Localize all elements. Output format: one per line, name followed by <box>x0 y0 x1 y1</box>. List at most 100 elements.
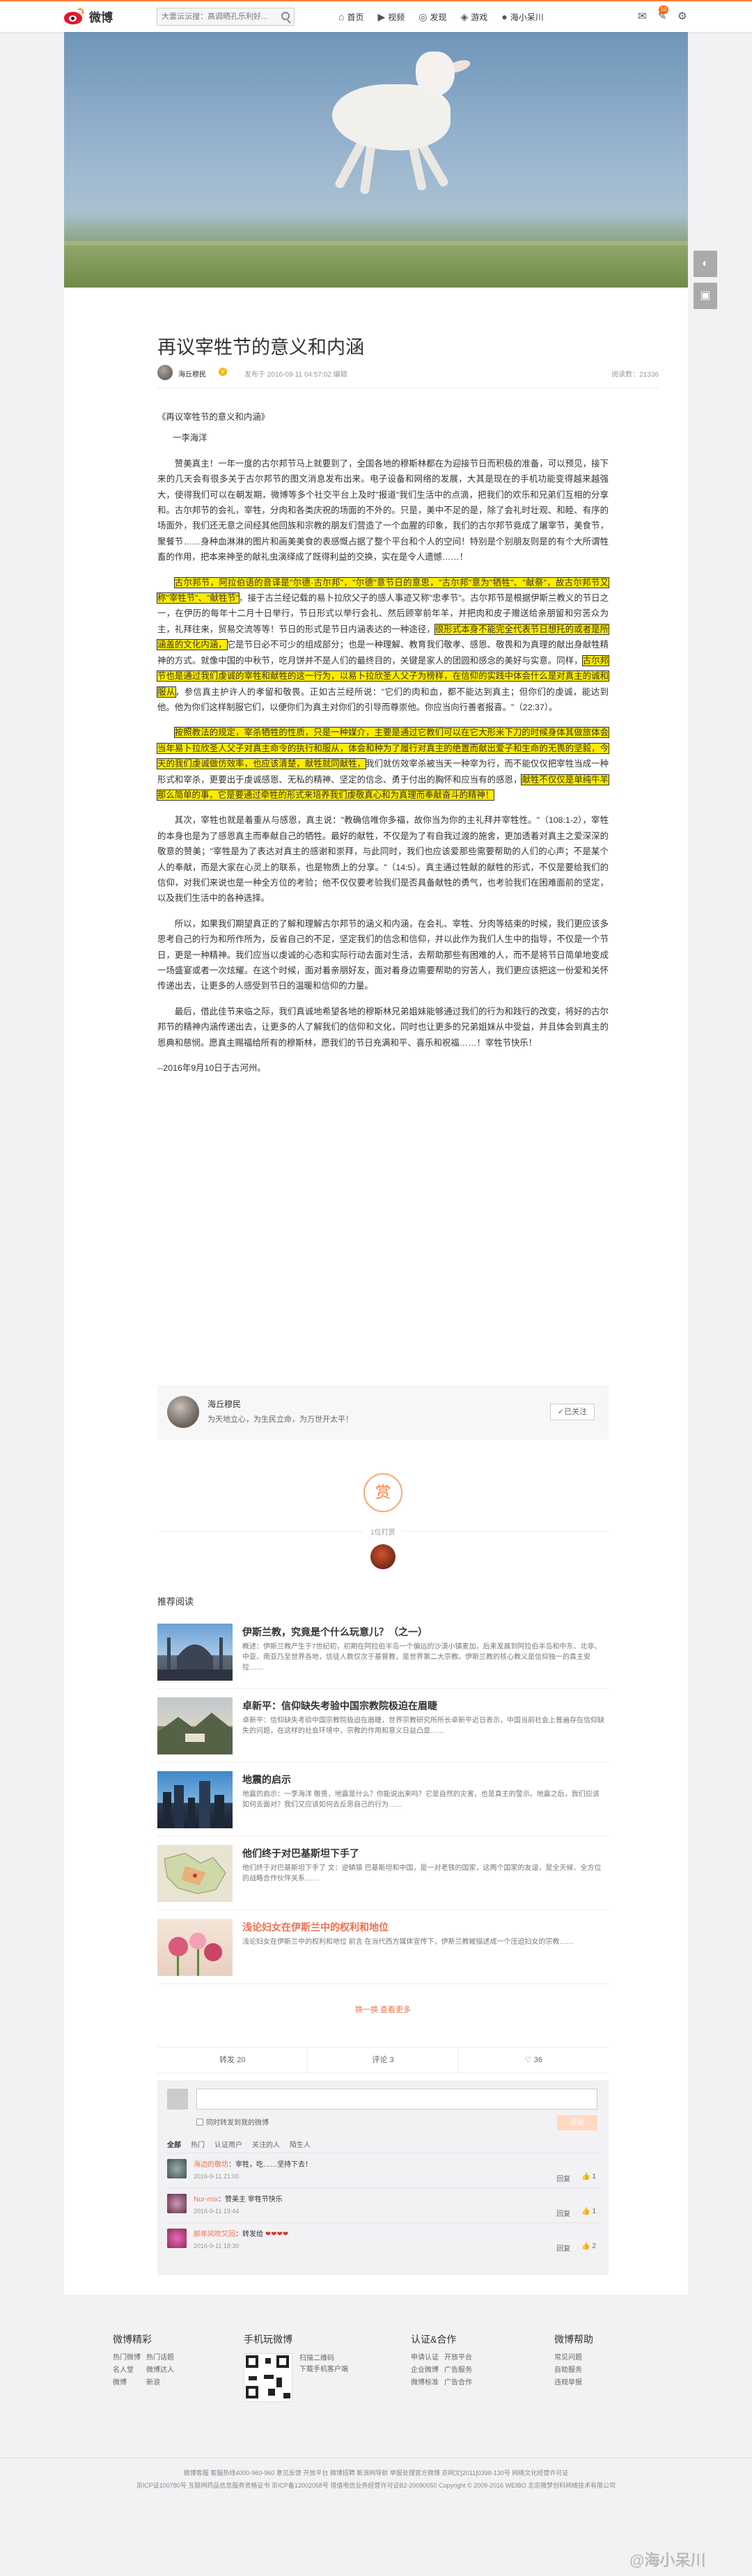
recommend-title[interactable]: 卓新平：信仰缺失考验中国宗教院极迫在眉睫 <box>242 1699 604 1713</box>
comment-like-button[interactable]: 👍 1 <box>581 2208 596 2218</box>
tab-all[interactable]: 全部 <box>167 2139 181 2149</box>
recommend-snippet: 他们终于对巴基斯坦下手了 文：逆鳞猿 巴基斯坦和中国，是一对老铁的国家，这两个国… <box>242 1864 602 1883</box>
tab-hot[interactable]: 热门 <box>191 2139 205 2149</box>
comment-button[interactable]: 评论 3 <box>308 2048 459 2073</box>
tab-following[interactable]: 关注的人 <box>252 2139 280 2149</box>
publish-info: 发布于 2016-09-11 04:57:02 编辑 <box>244 371 347 379</box>
nav-profile[interactable]: ● 海小呆川 <box>501 11 543 23</box>
tab-strangers[interactable]: 陌生人 <box>290 2139 311 2149</box>
share-float-icon[interactable]: ◐ <box>694 251 717 277</box>
message-badge: 10 <box>659 6 668 14</box>
repost-button[interactable]: 转发 20 <box>157 2048 308 2073</box>
nav-video[interactable]: ▶ 视频 <box>377 11 405 23</box>
repost-checkbox[interactable]: 同时转发到我的微博 <box>196 2116 269 2127</box>
nav-video-label: 视频 <box>388 12 405 22</box>
author-card-avatar[interactable] <box>167 1396 199 1428</box>
comment-item: 那年风吹又回：转发给 ❤❤❤❤ 2016-9-11 18:30 回复 👍 2 <box>167 2222 599 2257</box>
comment-tabs: 全部 热门 认证用户 关注的人 陌生人 <box>167 2139 311 2149</box>
checkbox-icon[interactable] <box>196 2118 203 2126</box>
footer-bottom: 微博客服 客服热线4000-960-960 意见反馈 开放平台 微博招聘 新浪网… <box>0 2458 752 2492</box>
recommend-title[interactable]: 伊斯兰教，究竟是个什么玩意儿？（之一） <box>242 1625 604 1639</box>
article-title-visible: 再议宰牲节的意义和内涵 <box>157 337 364 358</box>
footer-link[interactable]: 广告合作 <box>444 2378 478 2388</box>
recommend-item[interactable]: 卓新平：信仰缺失考验中国宗教院极迫在眉睫 卓新平：信仰缺失考验中国宗教院极迫在眉… <box>157 1689 609 1763</box>
footer-link[interactable]: 名人堂 <box>113 2366 146 2375</box>
footer-link[interactable]: 开放平台 <box>444 2353 478 2363</box>
footer-link[interactable]: 申请认证 <box>411 2353 444 2363</box>
footer-link[interactable]: 违规举报 <box>554 2378 593 2388</box>
footer-link[interactable]: 自助服务 <box>554 2366 593 2375</box>
footer-link[interactable]: 热门微博 <box>113 2353 146 2363</box>
reply-button[interactable]: 回复 <box>556 2208 570 2218</box>
comment-avatar[interactable] <box>167 2229 187 2248</box>
reward-button[interactable]: 赏 <box>363 1473 402 1512</box>
recommend-thumb-map <box>157 1845 233 1902</box>
search-input[interactable] <box>157 8 295 26</box>
comment-like-count: 1 <box>592 2173 596 2181</box>
author-name[interactable]: 海丘穆民 <box>178 368 206 379</box>
comment-user[interactable]: 那年风吹又回 <box>194 2231 235 2238</box>
like-button[interactable]: ♡ 36 <box>459 2048 609 2073</box>
footer-col-title: 手机玩微博 <box>244 2334 292 2345</box>
recommend-title[interactable]: 他们终于对巴基斯坦下手了 <box>242 1846 604 1860</box>
comment-avatar[interactable] <box>167 2159 187 2178</box>
recommend-item[interactable]: 他们终于对巴基斯坦下手了 他们终于对巴基斯坦下手了 文：逆鳞猿 巴基斯坦和中国，… <box>157 1837 609 1910</box>
home-icon: ⌂ <box>338 11 345 22</box>
footer-line: 京ICP证100780号 互联网药品信息服务资格证书 京ICP备12002058… <box>136 2482 616 2489</box>
heart-icons: ❤❤❤❤ <box>265 2231 289 2238</box>
nav-home[interactable]: ⌂ 首页 <box>338 11 363 23</box>
weibo-logo[interactable]: 微博 <box>64 8 113 25</box>
nav-discover[interactable]: ◎ 发现 <box>418 11 446 23</box>
comment-avatar[interactable] <box>167 2194 187 2213</box>
settings-icon[interactable]: ⚙ <box>677 10 687 22</box>
article-subtitle: 《再议宰牲节的意义和内涵》 <box>157 412 270 422</box>
comment-input[interactable] <box>196 2089 597 2110</box>
comment-like-button[interactable]: 👍 2 <box>581 2243 596 2253</box>
footer-link[interactable]: 企业微博 <box>411 2366 444 2375</box>
recommend-item[interactable]: 伊斯兰教，究竟是个什么玩意儿？（之一） 概述：伊斯兰教产生于7世纪初，初期在阿拉… <box>157 1615 609 1689</box>
footer-link[interactable]: 扫描二维码 <box>299 2353 348 2364</box>
reply-button[interactable]: 回复 <box>556 2173 570 2183</box>
footer-link[interactable]: 广告服务 <box>444 2366 478 2375</box>
reply-button[interactable]: 回复 <box>556 2243 570 2253</box>
footer-link[interactable]: 微博达人 <box>146 2366 180 2375</box>
article-paragraph-highlighted: 按照教法的规定，宰杀牺牲的性质，只是一种媒介，主要是通过它教们可以在它大形米下刀… <box>156 725 610 803</box>
nav-game[interactable]: ◈ 游戏 <box>461 11 488 23</box>
collect-float-icon[interactable]: ▣ <box>694 283 717 309</box>
comment-ops: 回复 👍 2 <box>556 2243 596 2253</box>
footer-col-cooperation: 认证&合作 申请认证 开放平台 企业微博 广告服务 微博标准 广告合作 <box>411 2332 478 2388</box>
author-card-name[interactable]: 海丘穆民 <box>207 1398 241 1410</box>
message-icon[interactable]: ✉ <box>638 10 647 22</box>
paragraph-text: ，参信真主护许人的孝留和敬畏。正如古兰经所说："它们的肉和血，都不能达到真主；但… <box>157 686 609 712</box>
recommend-snippet: 浅论妇女在伊斯兰中的权利和地位 前言 在当代西方媒体宣传下，伊斯兰教被描述成一个… <box>242 1938 574 1946</box>
repost-checkbox-label: 同时转发到我的微博 <box>206 2119 269 2127</box>
comment-submit-button[interactable]: 评论 <box>557 2115 597 2130</box>
comment-user[interactable]: Nur-mix <box>194 2196 218 2204</box>
reward-area: 赏 1位打赏 <box>157 1461 609 1600</box>
footer-link[interactable]: 下载手机客户端 <box>299 2364 348 2375</box>
nav-home-label: 首页 <box>347 12 364 22</box>
recommend-title[interactable]: 浅论妇女在伊斯兰中的权利和地位 <box>242 1920 604 1934</box>
comment-like-count: 2 <box>592 2243 596 2250</box>
tab-verified[interactable]: 认证用户 <box>214 2139 242 2149</box>
footer-link[interactable]: 常见问题 <box>554 2353 593 2363</box>
footer-line: 微博客服 客服热线4000-960-960 意见反馈 开放平台 微博招聘 新浪网… <box>183 2469 569 2476</box>
footer-link[interactable]: 新浪 <box>146 2378 180 2388</box>
author-avatar[interactable] <box>157 365 173 380</box>
comment-item: Nur-mix：赞美主 宰牲节快乐 2016-9-11 19:44 回复 👍 1 <box>167 2188 599 2222</box>
reward-user-avatar[interactable] <box>370 1544 395 1569</box>
video-icon: ▶ <box>377 10 386 22</box>
recommend-item[interactable]: 地震的启示 地震的启示：一李海洋 敬畏，地震是什么？你能说出来吗？它是自然的灾害… <box>157 1763 609 1837</box>
search-icon[interactable] <box>281 12 290 20</box>
footer-link[interactable]: 微博标准 <box>411 2378 444 2388</box>
recommend-thumb-mosque <box>157 1624 233 1681</box>
follow-button[interactable]: ✓已关注 <box>550 1404 595 1420</box>
comment-user[interactable]: 海边的敬坊 <box>194 2161 228 2169</box>
comment-like-button[interactable]: 👍 1 <box>581 2173 596 2183</box>
read-count: 阅读数：21336 <box>611 371 659 379</box>
recommend-more-link[interactable]: 换一换 查看更多 <box>157 2004 609 2015</box>
recommend-title[interactable]: 地震的启示 <box>242 1773 604 1786</box>
footer-link[interactable]: 微博 <box>113 2378 146 2388</box>
footer-link[interactable]: 热门话题 <box>146 2353 180 2363</box>
recommend-item[interactable]: 浅论妇女在伊斯兰中的权利和地位 浅论妇女在伊斯兰中的权利和地位 前言 在当代西方… <box>157 1910 609 1984</box>
